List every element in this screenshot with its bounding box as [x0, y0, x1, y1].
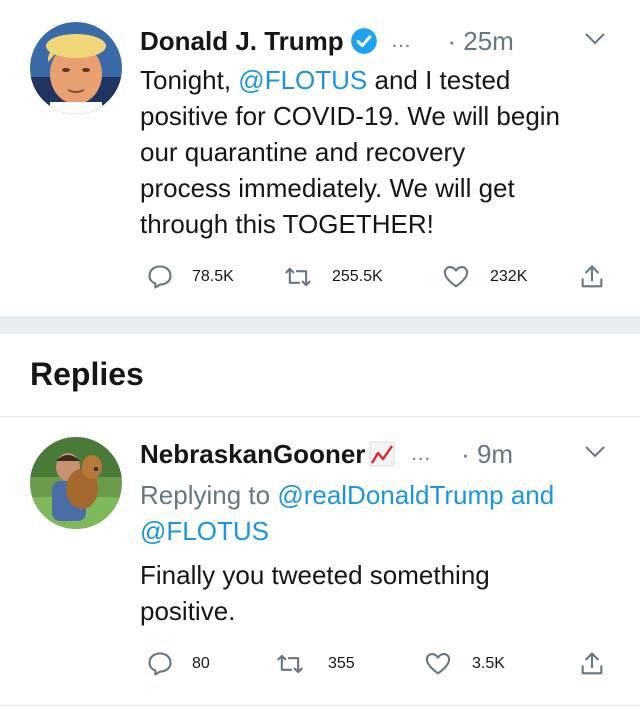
chevron-down-icon[interactable]	[584, 32, 606, 46]
replies-heading: Replies	[30, 356, 144, 392]
like-count: 3.5K	[472, 655, 505, 672]
share-icon	[578, 650, 606, 678]
like-icon	[424, 650, 452, 678]
reply-author-photo	[30, 437, 122, 529]
tweet-text-line: our quarantine and recovery	[140, 137, 466, 167]
reply-count: 80	[192, 655, 210, 672]
reply-count: 78.5K	[192, 268, 234, 285]
author-photo	[30, 22, 122, 114]
like-button[interactable]: 3.5K	[424, 649, 505, 679]
verified-badge-icon	[350, 27, 378, 55]
tweet-text-line: Tonight, @FLOTUS and I tested	[140, 62, 560, 98]
reply-text: Finally you tweeted something positive.	[140, 557, 490, 629]
tweet-text-line: positive for COVID-19. We will begin	[140, 101, 561, 131]
trending-chart-icon	[369, 441, 395, 467]
like-icon	[442, 263, 470, 291]
author-name[interactable]: Donald J. Trump	[140, 26, 344, 57]
tweet-time[interactable]: · 25m	[447, 26, 513, 57]
mention-link[interactable]: @FLOTUS	[238, 65, 367, 95]
reply-icon	[146, 263, 174, 291]
reply-tweet[interactable]: NebraskanGooner ... · 9m Replying to @re…	[0, 417, 640, 709]
divider	[0, 705, 640, 706]
tweet-text-line: through this TOGETHER!	[140, 209, 434, 239]
section-separator	[0, 316, 640, 334]
mention-link[interactable]: @FLOTUS	[140, 516, 269, 546]
reply-time[interactable]: · 9m	[461, 439, 513, 470]
reply-icon	[146, 650, 174, 678]
tweet-text-line: process immediately. We will get	[140, 173, 515, 203]
share-icon	[578, 263, 606, 291]
text-segment: and I tested	[367, 65, 511, 95]
reply-button[interactable]: 80	[146, 649, 210, 679]
share-button[interactable]	[578, 649, 606, 679]
retweet-count: 255.5K	[332, 268, 383, 285]
reply-text-line: positive.	[140, 596, 236, 626]
author-avatar[interactable]	[30, 22, 122, 114]
share-button[interactable]	[578, 262, 606, 292]
replying-to: Replying to @realDonaldTrump and @FLOTUS	[140, 477, 554, 549]
replying-to-line: Replying to @realDonaldTrump and	[140, 477, 554, 513]
replying-and: and	[503, 480, 555, 510]
more-indicator: ...	[411, 442, 432, 465]
more-indicator: ...	[391, 29, 412, 52]
retweet-count: 355	[328, 655, 355, 672]
retweet-button[interactable]: 355	[276, 649, 355, 679]
text-segment: Tonight,	[140, 65, 239, 95]
replying-to-line: @FLOTUS	[140, 513, 554, 549]
reply-button[interactable]: 78.5K	[146, 262, 234, 292]
retweet-button[interactable]: 255.5K	[284, 262, 383, 292]
reply-author-avatar[interactable]	[30, 437, 122, 529]
main-tweet[interactable]: Donald J. Trump ... · 25m Tonight, @FLOT…	[0, 0, 640, 316]
retweet-icon	[284, 263, 312, 291]
retweet-icon	[276, 650, 304, 678]
chevron-down-icon[interactable]	[584, 445, 606, 459]
reply-text-line: Finally you tweeted something	[140, 560, 490, 590]
like-button[interactable]: 232K	[442, 262, 527, 292]
replying-prefix: Replying to	[140, 480, 278, 510]
tweet-text: Tonight, @FLOTUS and I tested positive f…	[140, 62, 560, 242]
like-count: 232K	[490, 268, 528, 285]
reply-author-name[interactable]: NebraskanGooner	[140, 439, 365, 470]
mention-link[interactable]: @realDonaldTrump	[277, 480, 503, 510]
